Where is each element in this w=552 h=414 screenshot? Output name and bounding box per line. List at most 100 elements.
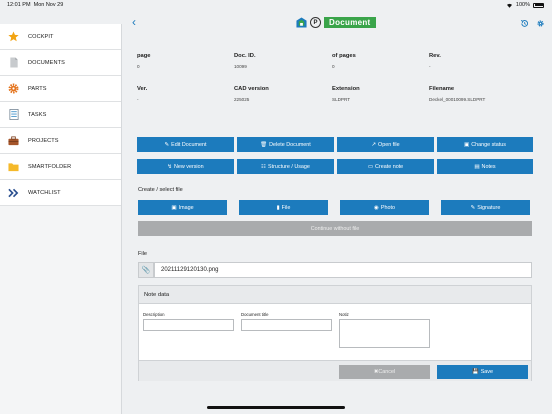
task-list-icon [8, 109, 19, 120]
status-bar: 12:01 PM Mon Nov 29 100% [0, 0, 552, 10]
sidebar-item-label: TASKS [28, 111, 47, 118]
header-actions [520, 19, 545, 28]
create-select-label: Create / select file [138, 187, 183, 193]
meta-label: page [137, 53, 151, 59]
briefcase-icon [8, 135, 19, 146]
meta-label: Filename [429, 86, 455, 92]
sidebar-item-label: SMARTFOLDER [28, 163, 72, 170]
branch-icon: ↯ [167, 163, 172, 170]
note-icon: ▭ [367, 163, 374, 170]
new-version-button[interactable]: ↯ New version [137, 159, 234, 174]
document-title-input[interactable] [241, 319, 332, 331]
open-file-button[interactable]: ↗ Open file [337, 137, 434, 152]
pencil-icon: ✎ [164, 141, 170, 148]
camera-icon: ◉ [374, 204, 379, 211]
note-data-title: Note data [139, 286, 531, 304]
paperclip-icon[interactable]: 📎 [138, 262, 154, 278]
save-icon: 💾 [471, 369, 479, 375]
meta-field: page 0 [137, 53, 234, 86]
sidebar-item-smartfolder[interactable]: SMARTFOLDER [0, 154, 121, 180]
meta-value: 0 [332, 64, 335, 69]
title-area: P Document [296, 17, 376, 28]
image-icon: ▣ [171, 204, 177, 211]
signature-icon: ✎ [470, 204, 476, 211]
status-icon: ▣ [464, 141, 470, 148]
meta-field: Ver. - [137, 86, 234, 119]
meta-field: of pages 0 [332, 53, 429, 86]
sidebar-item-label: WATCHLIST [28, 189, 61, 196]
meta-label: Extension [332, 86, 360, 92]
meta-label: Ver. [137, 86, 148, 92]
sidebar-item-watchlist[interactable]: WATCHLIST [0, 180, 121, 206]
external-link-icon: ↗ [371, 141, 377, 148]
continue-without-file-button[interactable]: Continue without file [138, 221, 532, 236]
document-metadata: page 0 Doc. ID. 10099 of pages 0 Rev. - … [137, 38, 532, 119]
meta-value: SLDPRT [332, 97, 351, 102]
description-input[interactable] [143, 319, 234, 331]
file-field: 📎 20211129120130.png [138, 262, 532, 278]
battery-icon [533, 2, 544, 8]
structure-usage-button[interactable]: ☷ Structure / Usage [237, 159, 334, 174]
notes-icon: ▤ [474, 163, 480, 170]
sitemap-icon: ☷ [261, 163, 266, 170]
meta-label: CAD version [234, 86, 269, 92]
save-button[interactable]: 💾 Save [437, 365, 528, 379]
sidebar-item-documents[interactable]: DOCUMENTS [0, 50, 121, 76]
notiz-textarea[interactable] [339, 319, 430, 348]
meta-field: CAD version 225025 [234, 86, 332, 119]
metadata-grid: page 0 Doc. ID. 10099 of pages 0 Rev. - … [137, 53, 532, 119]
sidebar-item-label: DOCUMENTS [28, 59, 65, 66]
app-logo-icon [296, 17, 307, 28]
meta-label: Rev. [429, 53, 441, 59]
photo-button[interactable]: ◉ Photo [340, 200, 429, 215]
image-button[interactable]: ▣ Image [138, 200, 227, 215]
document-actions: ✎ Edit Document 🗑 Delete Document ↗ Open… [137, 137, 533, 174]
status-time: 12:01 PM Mon Nov 29 [7, 2, 64, 8]
meta-value: - [137, 97, 139, 102]
meta-field: Doc. ID. 10099 [234, 53, 332, 86]
document-icon [8, 57, 19, 68]
sidebar-item-tasks[interactable]: TASKS [0, 102, 121, 128]
meta-value: Deckel_00010099.SLDPRT [429, 97, 486, 102]
sidebar-item-projects[interactable]: PROJECTS [0, 128, 121, 154]
back-chevron-icon[interactable]: ‹ [132, 15, 136, 29]
home-indicator[interactable] [207, 406, 345, 409]
notes-button[interactable]: ▤ Notes [437, 159, 533, 174]
meta-field: Rev. - [429, 53, 532, 86]
file-name-input[interactable]: 20211129120130.png [154, 262, 532, 278]
create-note-button[interactable]: ▭ Create note [337, 159, 434, 174]
sidebar-item-parts[interactable]: PARTS [0, 76, 121, 102]
cancel-button[interactable]: ✖ Cancel [339, 365, 430, 379]
meta-value: 10099 [234, 64, 247, 69]
file-button[interactable]: ▮ File [239, 200, 328, 215]
trash-icon: 🗑 [260, 141, 268, 148]
sidebar-item-cockpit[interactable]: COCKPIT [0, 24, 121, 50]
file-icon: ▮ [276, 204, 280, 211]
sidebar-item-label: COCKPIT [28, 33, 54, 40]
meta-field: Filename Deckel_00010099.SLDPRT [429, 86, 532, 119]
sidebar: COCKPIT DOCUMENTS PARTS TASKS PROJECTS S… [0, 24, 122, 414]
history-icon[interactable] [520, 19, 529, 28]
signature-button[interactable]: ✎ Signature [441, 200, 530, 215]
folder-icon [8, 161, 19, 172]
chevrons-icon [8, 187, 19, 198]
settings-gear-icon[interactable] [536, 19, 545, 28]
star-icon [8, 31, 19, 42]
page-title: Document [324, 17, 376, 28]
sidebar-item-label: PROJECTS [28, 137, 59, 144]
meta-value: 0 [137, 64, 140, 69]
gear-icon [8, 83, 19, 94]
note-footer: ✖ Cancel 💾 Save [139, 360, 531, 381]
top-bar: ‹ P Document [122, 10, 552, 38]
delete-document-button[interactable]: 🗑 Delete Document [237, 137, 334, 152]
p-badge-icon: P [310, 17, 321, 28]
document-title-label: Document title [241, 312, 269, 317]
meta-field: Extension SLDPRT [332, 86, 429, 119]
edit-document-button[interactable]: ✎ Edit Document [137, 137, 234, 152]
notiz-label: Notiz [339, 312, 349, 317]
meta-value: 225025 [234, 97, 250, 102]
meta-label: Doc. ID. [234, 53, 256, 59]
status-right: 100% [506, 2, 544, 8]
meta-label: of pages [332, 53, 356, 59]
change-status-button[interactable]: ▣ Change status [437, 137, 533, 152]
